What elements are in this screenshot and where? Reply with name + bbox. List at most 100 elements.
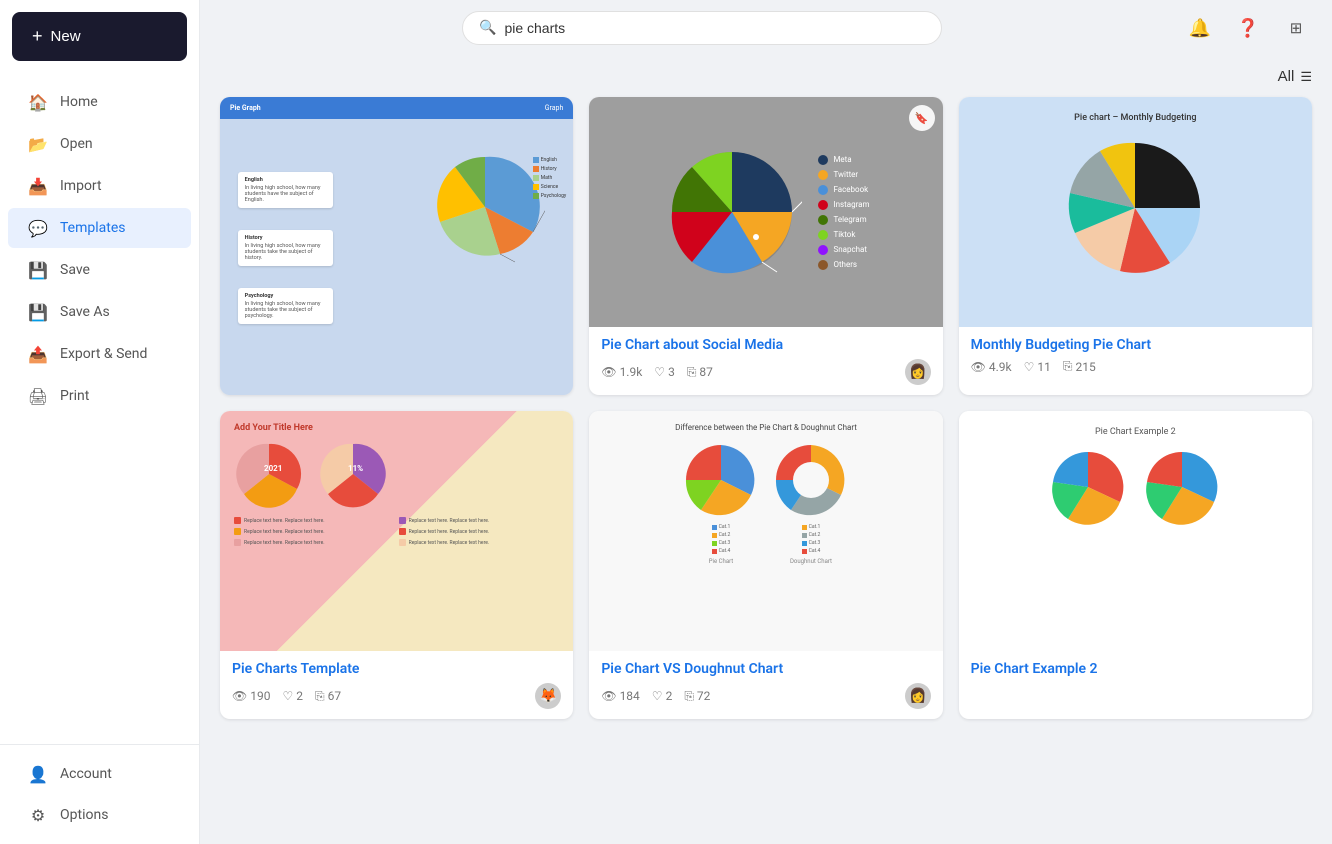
- copy-icon: ⎘: [1063, 359, 1073, 374]
- sidebar-item-import-label: Import: [60, 178, 102, 194]
- card-thumb-example2: Pie Chart Example 2: [959, 411, 1312, 651]
- copies-stat-pink: ⎘ 67: [315, 689, 341, 704]
- card-thumb-social: Meta Twitter Facebook Instagram Telegram…: [589, 97, 942, 327]
- export-icon: 📤: [28, 344, 48, 364]
- filter-all-label: All: [1278, 68, 1295, 85]
- card-thumb-subject: Pie Graph Graph English In living high s…: [220, 97, 573, 395]
- svg-text:11%: 11%: [348, 464, 363, 473]
- sidebar-item-open[interactable]: 📂 Open: [8, 124, 191, 164]
- filter-bar: All ☰: [220, 68, 1312, 85]
- copies-stat-social: ⎘ 87: [687, 365, 713, 380]
- card-footer-example2: Pie Chart Example 2: [959, 651, 1312, 693]
- save-icon: 💾: [28, 260, 48, 280]
- sidebar-nav: 🏠 Home 📂 Open 📥 Import 💬 Templates 💾 Sav…: [0, 73, 199, 744]
- sidebar-item-home-label: Home: [60, 94, 98, 110]
- card-title-pink: Pie Charts Template: [232, 661, 561, 677]
- template-card-example2[interactable]: Pie Chart Example 2: [959, 411, 1312, 719]
- import-icon: 📥: [28, 176, 48, 196]
- bell-icon: 🔔: [1189, 18, 1211, 39]
- likes-stat-monthly: ♡ 11: [1024, 360, 1051, 374]
- card-stats-social: 👁 1.9k ♡ 3 ⎘ 87 👩: [601, 359, 930, 385]
- card-thumb-monthly: Pie chart – Monthly Budgeting: [959, 97, 1312, 327]
- card-footer-social: Pie Chart about Social Media 👁 1.9k ♡ 3 …: [589, 327, 942, 395]
- sidebar-item-home[interactable]: 🏠 Home: [8, 82, 191, 122]
- help-icon: ❓: [1237, 18, 1259, 39]
- search-bar[interactable]: 🔍: [462, 11, 942, 45]
- template-card-pink[interactable]: Add Your Title Here 2021: [220, 411, 573, 719]
- sidebar: + New 🏠 Home 📂 Open 📥 Import 💬 Templates…: [0, 0, 200, 844]
- card-footer-monthly: Monthly Budgeting Pie Chart 👁 4.9k ♡ 11 …: [959, 327, 1312, 384]
- likes-stat-doughnut: ♡ 2: [652, 689, 673, 703]
- likes-stat-social: ♡ 3: [654, 365, 675, 379]
- copies-stat-monthly: ⎘ 215: [1063, 359, 1096, 374]
- sidebar-item-open-label: Open: [60, 136, 93, 152]
- template-grid: Pie Graph Graph English In living high s…: [220, 97, 1312, 719]
- new-button[interactable]: + New: [12, 12, 187, 61]
- search-input[interactable]: [504, 20, 925, 36]
- save-as-icon: 💾: [28, 302, 48, 322]
- card-title-doughnut: Pie Chart VS Doughnut Chart: [601, 661, 930, 677]
- template-area: All ☰ Pie Graph Graph: [200, 56, 1332, 844]
- search-icon: 🔍: [479, 20, 496, 36]
- main-content: 🔍 🔔 ❓ ⊞ All ☰: [200, 0, 1332, 844]
- print-icon: 🖨: [28, 386, 48, 406]
- copies-stat-doughnut: ⎘ 72: [684, 689, 710, 704]
- views-stat-social: 👁 1.9k: [601, 365, 642, 379]
- template-card-doughnut[interactable]: Difference between the Pie Chart & Dough…: [589, 411, 942, 719]
- card-title-social: Pie Chart about Social Media: [601, 337, 930, 353]
- heart-icon: ♡: [654, 365, 665, 379]
- heart-icon: ♡: [652, 689, 663, 703]
- card-footer-pink: Pie Charts Template 👁 190 ♡ 2 ⎘ 67: [220, 651, 573, 719]
- avatar-doughnut: 👩: [905, 683, 931, 709]
- card-stats-monthly: 👁 4.9k ♡ 11 ⎘ 215: [971, 359, 1300, 374]
- sidebar-item-templates-label: Templates: [60, 220, 126, 236]
- apps-button[interactable]: ⊞: [1280, 12, 1312, 44]
- sidebar-item-import[interactable]: 📥 Import: [8, 166, 191, 206]
- sidebar-item-save-as-label: Save As: [60, 304, 110, 320]
- sidebar-item-save-as[interactable]: 💾 Save As: [8, 292, 191, 332]
- options-icon: ⚙: [28, 805, 48, 825]
- likes-stat-pink: ♡ 2: [282, 689, 303, 703]
- eye-icon: 👁: [601, 365, 616, 379]
- copy-icon: ⎘: [684, 689, 694, 704]
- template-card-social[interactable]: Meta Twitter Facebook Instagram Telegram…: [589, 97, 942, 395]
- home-icon: 🏠: [28, 92, 48, 112]
- open-icon: 📂: [28, 134, 48, 154]
- apps-icon: ⊞: [1290, 19, 1303, 37]
- filter-menu-icon: ☰: [1300, 69, 1312, 85]
- eye-icon: 👁: [971, 360, 986, 374]
- sidebar-item-account-label: Account: [60, 766, 112, 782]
- sidebar-item-options-label: Options: [60, 807, 108, 823]
- templates-icon: 💬: [28, 218, 48, 238]
- sidebar-item-export[interactable]: 📤 Export & Send: [8, 334, 191, 374]
- heart-icon: ♡: [1024, 360, 1035, 374]
- views-stat-monthly: 👁 4.9k: [971, 360, 1012, 374]
- svg-text:2021: 2021: [264, 464, 282, 473]
- filter-button[interactable]: All ☰: [1278, 68, 1312, 85]
- sidebar-item-save[interactable]: 💾 Save: [8, 250, 191, 290]
- eye-icon: 👁: [601, 689, 616, 703]
- sidebar-item-account[interactable]: 👤 Account: [8, 754, 191, 794]
- card-footer-doughnut: Pie Chart VS Doughnut Chart 👁 184 ♡ 2 ⎘: [589, 651, 942, 719]
- sidebar-item-save-label: Save: [60, 262, 90, 278]
- sidebar-item-templates[interactable]: 💬 Templates: [8, 208, 191, 248]
- avatar-pink: 🦊: [535, 683, 561, 709]
- avatar-social: 👩: [905, 359, 931, 385]
- sidebar-item-print[interactable]: 🖨 Print: [8, 376, 191, 416]
- card-title-example2: Pie Chart Example 2: [971, 661, 1300, 677]
- help-button[interactable]: ❓: [1232, 12, 1264, 44]
- card-title-monthly: Monthly Budgeting Pie Chart: [971, 337, 1300, 353]
- card-stats-doughnut: 👁 184 ♡ 2 ⎘ 72 👩: [601, 683, 930, 709]
- sidebar-item-options[interactable]: ⚙ Options: [8, 795, 191, 835]
- notification-button[interactable]: 🔔: [1184, 12, 1216, 44]
- account-icon: 👤: [28, 764, 48, 784]
- card-stats-pink: 👁 190 ♡ 2 ⎘ 67 🦊: [232, 683, 561, 709]
- views-stat-doughnut: 👁 184: [601, 689, 639, 703]
- eye-icon: 👁: [232, 689, 247, 703]
- card-thumb-pink: Add Your Title Here 2021: [220, 411, 573, 651]
- sidebar-item-print-label: Print: [60, 388, 89, 404]
- copy-icon: ⎘: [687, 365, 697, 380]
- template-card-monthly[interactable]: Pie chart – Monthly Budgeting: [959, 97, 1312, 395]
- template-card-subject[interactable]: Pie Graph Graph English In living high s…: [220, 97, 573, 395]
- top-icons: 🔔 ❓ ⊞: [1184, 12, 1312, 44]
